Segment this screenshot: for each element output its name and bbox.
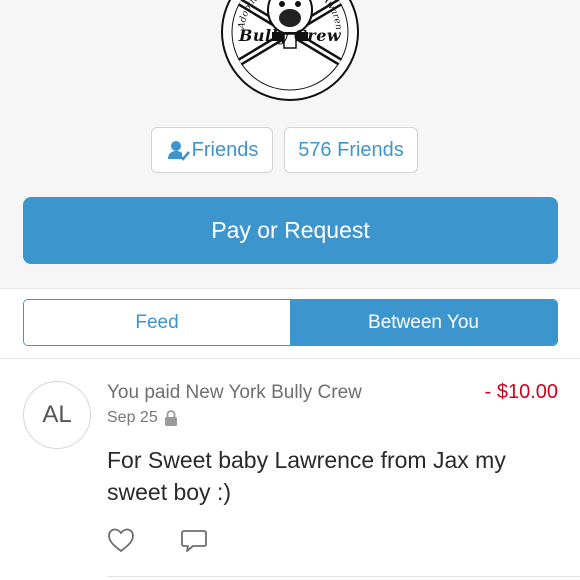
bully-crew-logo: Adoption · Education · Awareness · Rescu… xyxy=(220,0,360,102)
payment-note: For Sweet baby Lawrence from Jax my swee… xyxy=(107,447,506,505)
story-date-text: Sep 25 xyxy=(107,409,158,426)
friends-count-button[interactable]: 576 Friends xyxy=(284,127,418,173)
section-divider xyxy=(0,358,580,359)
friends-label: Friends xyxy=(191,138,259,161)
story-title[interactable]: You paid New York Bully Crew xyxy=(107,382,362,404)
comment-icon[interactable] xyxy=(180,528,208,554)
like-heart-icon[interactable] xyxy=(107,527,135,553)
pay-or-request-button[interactable]: Pay or Request xyxy=(23,197,558,264)
avatar[interactable]: AL xyxy=(23,381,91,449)
tab-feed[interactable]: Feed xyxy=(24,300,290,345)
logo-emblem-icon: Adoption · Education · Awareness · Rescu… xyxy=(220,0,359,101)
payment-amount: - $10.00 xyxy=(484,381,558,403)
logo-wordmark: Bully Crew xyxy=(238,26,342,45)
friends-count-label: 576 Friends xyxy=(298,138,404,161)
profile-header: Adoption · Education · Awareness · Rescu… xyxy=(0,0,580,289)
friends-check-icon xyxy=(166,138,190,162)
avatar-initials: AL xyxy=(42,401,72,428)
friends-button[interactable]: Friends xyxy=(151,127,273,173)
feed-tabs: Feed Between You xyxy=(23,299,558,346)
story-date: Sep 25 xyxy=(107,409,178,427)
story-divider xyxy=(107,576,580,577)
lock-icon xyxy=(164,410,178,426)
tab-between-you[interactable]: Between You xyxy=(290,300,557,345)
